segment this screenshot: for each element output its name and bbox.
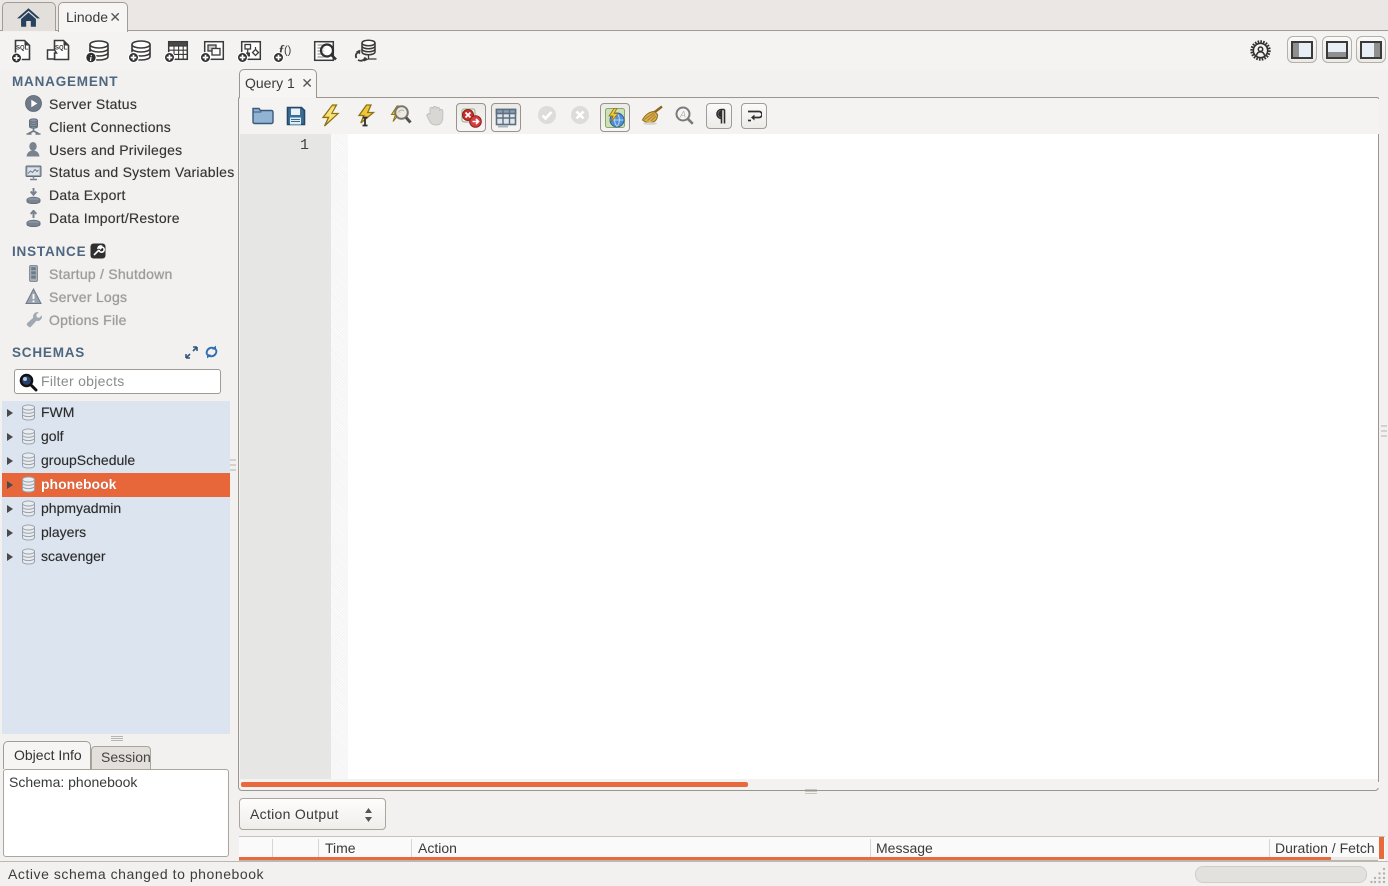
svg-text:SQL: SQL — [55, 46, 68, 52]
svg-text:(): () — [284, 45, 291, 57]
svg-text:A: A — [679, 110, 686, 120]
svg-text:SQL: SQL — [16, 46, 29, 52]
